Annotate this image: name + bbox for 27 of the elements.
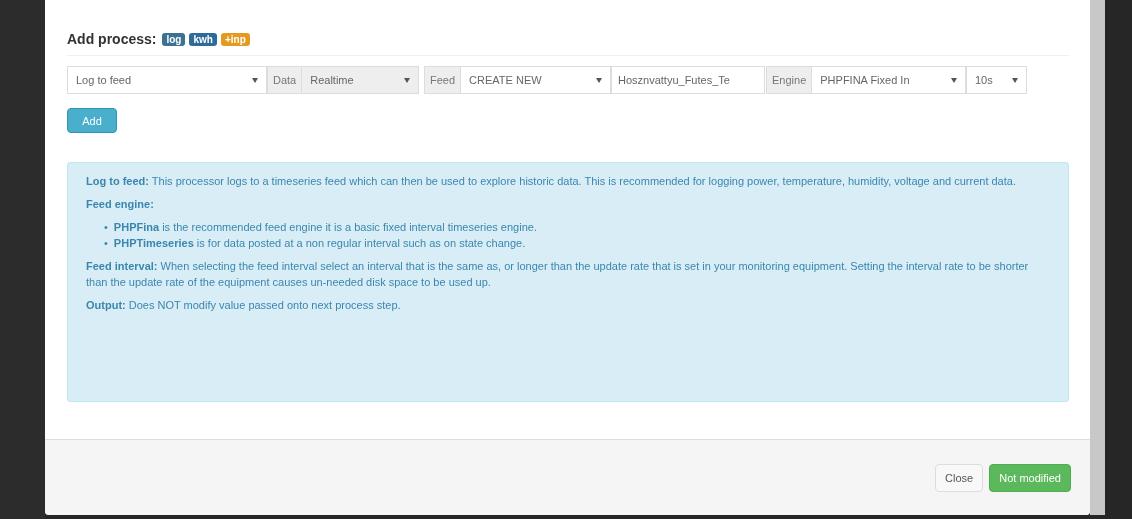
- process-tag: +inp: [220, 32, 250, 46]
- info-paragraph: Log to feed: This processor logs to a timeseries feed which can then be used to explore historic data. This is recommended for logging power, temperature, humidity, voltage and current data.: [86, 174, 1017, 189]
- caret-icon: [252, 77, 258, 83]
- dropdown-select[interactable]: CREATE NEW: [461, 66, 611, 94]
- caret-icon: [951, 77, 957, 83]
- field-label: Engine: [766, 66, 813, 94]
- bullet-icon: •: [104, 219, 108, 235]
- field-label: Data: [267, 66, 303, 94]
- scrollbar[interactable]: [1090, 0, 1105, 515]
- dropdown-select[interactable]: Log to feed: [67, 66, 267, 94]
- footer-button[interactable]: Close: [935, 463, 984, 492]
- dropdown-select[interactable]: 10s: [966, 66, 1027, 94]
- dropdown-select[interactable]: PHPFINA Fixed In: [812, 66, 966, 94]
- process-tag: kwh: [189, 32, 217, 46]
- info-paragraph: Feed interval: When selecting the feed interval select an interval that is the same as, or longer than the update rate that is set in your monitoring equipment. Setting the interval rate to be shorter than the update rate of the equipment causes un-needed disk space to be used up.: [86, 259, 1030, 290]
- field-label: Feed: [424, 66, 462, 94]
- bullet-icon: •: [104, 235, 108, 251]
- info-list-item: PHPFina is the recommended feed engine it is a basic fixed interval timeseries engine.: [113, 220, 537, 235]
- caret-icon: [596, 77, 602, 83]
- process-tag: log: [162, 32, 186, 46]
- feed-name-input[interactable]: Hosznvattyu_Futes_Te: [611, 66, 765, 94]
- caret-icon: [1012, 77, 1018, 83]
- info-paragraph: Output: Does NOT modify value passed onto next process step.: [86, 298, 402, 313]
- info-paragraph: Feed engine:: [86, 197, 155, 212]
- info-list-item: PHPTimeseries is for data posted at a non regular interval such as on state change.: [113, 236, 526, 251]
- caret-icon: [404, 77, 410, 83]
- section-title: Add process:: [67, 31, 157, 47]
